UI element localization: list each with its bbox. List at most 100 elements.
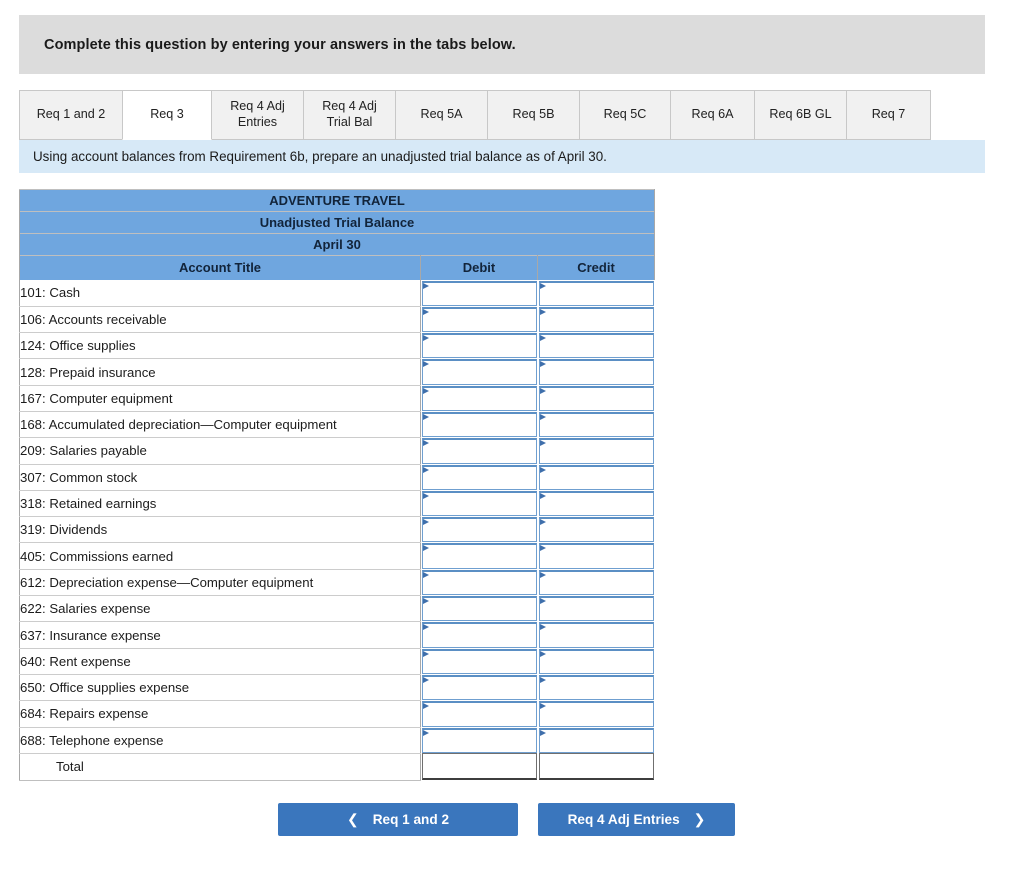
account-title-cell: 168: Accumulated depreciation—Computer e… (19, 411, 421, 439)
account-title-cell: 106: Accounts receivable (19, 306, 421, 334)
credit-input-cell[interactable] (537, 621, 655, 649)
tab-navigation-buttons: ❮ Req 1 and 2 Req 4 Adj Entries ❯ (0, 803, 1013, 836)
debit-input-box[interactable] (422, 438, 537, 464)
debit-input-box[interactable] (422, 464, 537, 490)
debit-input-box[interactable] (422, 359, 537, 385)
credit-input-cell[interactable] (537, 490, 655, 517)
credit-input-box[interactable] (538, 727, 654, 753)
credit-input-box[interactable] (538, 622, 654, 648)
credit-input-cell[interactable] (537, 700, 655, 728)
previous-requirement-button[interactable]: ❮ Req 1 and 2 (278, 803, 518, 836)
credit-input-cell[interactable] (537, 306, 655, 333)
debit-input-box[interactable] (422, 490, 537, 517)
debit-input-cell[interactable] (420, 700, 538, 728)
debit-input-cell[interactable] (420, 385, 538, 412)
credit-input-cell[interactable] (537, 332, 655, 359)
credit-input-box[interactable] (538, 701, 654, 727)
table-title-row-company: ADVENTURE TRAVEL (19, 189, 655, 212)
debit-input-cell[interactable] (420, 437, 538, 465)
tab-req-5c[interactable]: Req 5C (579, 90, 671, 140)
debit-input-cell[interactable] (420, 332, 538, 359)
tab-req-4-adj-trial-bal[interactable]: Req 4 Adj Trial Bal (303, 90, 396, 140)
debit-input-box[interactable] (422, 517, 537, 543)
debit-input-cell[interactable] (420, 358, 538, 386)
credit-input-box[interactable] (538, 359, 654, 385)
debit-input-cell[interactable] (420, 727, 538, 754)
tab-label: Req 7 (871, 107, 906, 122)
tab-req-7[interactable]: Req 7 (846, 90, 931, 140)
credit-input-box[interactable] (538, 674, 654, 701)
debit-input-cell[interactable] (420, 648, 538, 675)
debit-input-box[interactable] (422, 385, 537, 411)
credit-input-box[interactable] (538, 385, 654, 411)
credit-input-cell[interactable] (537, 674, 655, 701)
credit-input-box[interactable] (538, 490, 654, 517)
debit-input-cell[interactable] (420, 306, 538, 333)
debit-input-box[interactable] (422, 596, 537, 622)
table-row: 128: Prepaid insurance (19, 358, 655, 386)
statement-date-header: April 30 (19, 233, 655, 256)
debit-input-cell[interactable] (420, 411, 538, 438)
credit-input-box[interactable] (538, 411, 654, 438)
next-requirement-button[interactable]: Req 4 Adj Entries ❯ (538, 803, 735, 836)
debit-input-cell[interactable] (420, 595, 538, 622)
table-row: 318: Retained earnings (19, 490, 655, 518)
tab-req-5b[interactable]: Req 5B (487, 90, 580, 140)
table-row: 684: Repairs expense (19, 700, 655, 728)
debit-input-box[interactable] (422, 333, 537, 359)
credit-input-box[interactable] (538, 648, 654, 674)
debit-input-box[interactable] (422, 622, 537, 648)
debit-input-box[interactable] (422, 727, 537, 753)
tab-req-1-and-2[interactable]: Req 1 and 2 (19, 90, 123, 140)
statement-name-header: Unadjusted Trial Balance (19, 211, 655, 234)
credit-input-cell[interactable] (537, 464, 655, 491)
debit-input-box[interactable] (422, 648, 537, 674)
debit-input-box[interactable] (422, 280, 537, 306)
debit-input-box[interactable] (422, 306, 537, 333)
requirement-description-bar: Using account balances from Requirement … (19, 140, 985, 173)
debit-input-cell[interactable] (420, 516, 538, 543)
debit-input-box[interactable] (422, 543, 537, 569)
credit-input-cell[interactable] (537, 385, 655, 412)
debit-input-cell[interactable] (420, 569, 538, 596)
credit-input-box[interactable] (538, 543, 654, 569)
credit-input-cell[interactable] (537, 280, 655, 307)
credit-input-cell[interactable] (537, 437, 655, 465)
debit-input-cell[interactable] (420, 280, 538, 307)
debit-input-box[interactable] (422, 569, 537, 596)
credit-input-box[interactable] (538, 464, 654, 490)
credit-input-box[interactable] (538, 280, 654, 306)
tab-req-6a[interactable]: Req 6A (670, 90, 755, 140)
credit-input-cell[interactable] (537, 411, 655, 438)
table-row: 106: Accounts receivable (19, 306, 655, 334)
debit-input-box[interactable] (422, 701, 537, 727)
tab-req-3[interactable]: Req 3 (122, 90, 212, 140)
debit-input-cell[interactable] (420, 490, 538, 517)
credit-input-box[interactable] (538, 569, 654, 596)
credit-input-cell[interactable] (537, 595, 655, 622)
tab-req-6b-gl[interactable]: Req 6B GL (754, 90, 847, 140)
table-row: 101: Cash (19, 280, 655, 307)
credit-input-box[interactable] (538, 333, 654, 359)
debit-input-box[interactable] (422, 674, 537, 701)
debit-input-cell[interactable] (420, 674, 538, 701)
credit-input-box[interactable] (538, 596, 654, 622)
credit-input-box[interactable] (538, 306, 654, 333)
table-row: 650: Office supplies expense (19, 674, 655, 702)
debit-input-box[interactable] (422, 411, 537, 438)
credit-input-box[interactable] (538, 517, 654, 543)
column-header-account-title: Account Title (19, 255, 421, 280)
total-label-cell: Total (19, 753, 421, 781)
credit-input-box[interactable] (538, 438, 654, 464)
tab-req-5a[interactable]: Req 5A (395, 90, 488, 140)
credit-input-cell[interactable] (537, 569, 655, 596)
credit-input-cell[interactable] (537, 542, 655, 570)
credit-input-cell[interactable] (537, 516, 655, 543)
debit-input-cell[interactable] (420, 464, 538, 491)
debit-input-cell[interactable] (420, 621, 538, 649)
tab-req-4-adj-entries[interactable]: Req 4 Adj Entries (211, 90, 304, 140)
debit-input-cell[interactable] (420, 542, 538, 570)
credit-input-cell[interactable] (537, 648, 655, 675)
credit-input-cell[interactable] (537, 358, 655, 386)
credit-input-cell[interactable] (537, 727, 655, 754)
